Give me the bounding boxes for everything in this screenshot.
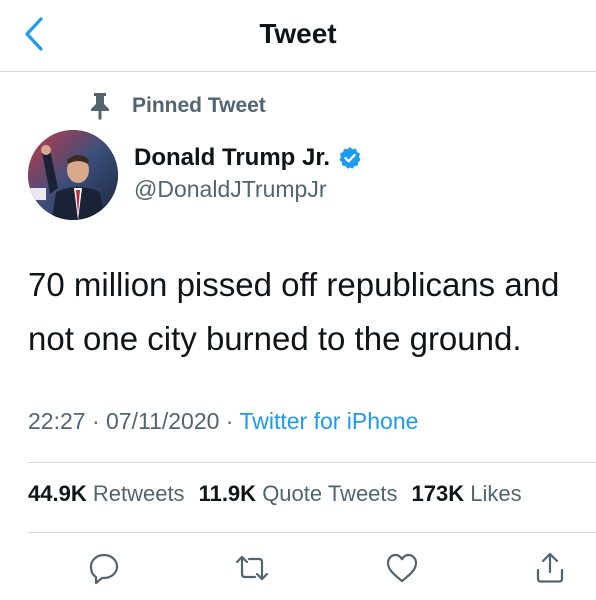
quote-tweets-label: Quote Tweets: [262, 481, 398, 506]
tweet-time: 22:27: [28, 408, 86, 434]
retweets-label: Retweets: [92, 481, 185, 506]
tweet-date: 07/11/2020: [106, 408, 220, 434]
meta-separator: ·: [85, 408, 107, 434]
tweet-text-line: not one city burned to the ground.: [28, 320, 522, 357]
retweets-count: 44.9K: [28, 481, 87, 506]
reply-icon: [89, 553, 119, 585]
heart-icon: [386, 553, 418, 583]
tweet-source-link[interactable]: Twitter for iPhone: [239, 408, 418, 434]
verified-badge-icon: [338, 146, 362, 170]
divider: [28, 462, 596, 463]
divider: [28, 532, 596, 533]
likes-label: Likes: [470, 481, 522, 506]
retweets-stat[interactable]: 44.9K Retweets: [28, 481, 185, 506]
pinned-indicator: Pinned Tweet: [88, 92, 266, 120]
author-name[interactable]: Donald Trump Jr.: [134, 144, 330, 172]
retweet-button[interactable]: [232, 548, 272, 588]
tweet-actions: [0, 548, 596, 592]
reply-button[interactable]: [84, 548, 124, 588]
avatar[interactable]: [28, 130, 118, 220]
tweet-header: Tweet: [0, 0, 596, 72]
meta-separator: ·: [219, 408, 240, 434]
tweet-text: 70 million pissed off republicans and no…: [28, 258, 596, 366]
author-info[interactable]: Donald Trump Jr. @DonaldJTrumpJr: [134, 144, 362, 203]
tweet-stats: 44.9K Retweets 11.9K Quote Tweets 173K Lik…: [28, 481, 596, 507]
author-handle[interactable]: @DonaldJTrumpJr: [134, 176, 362, 203]
tweet-meta: 22:27 · 07/11/2020 · Twitter for iPhone: [28, 408, 418, 435]
likes-count: 173K: [411, 481, 465, 506]
likes-stat[interactable]: 173K Likes: [412, 481, 522, 506]
share-button[interactable]: [530, 548, 570, 588]
pin-icon: [88, 92, 112, 120]
pinned-label: Pinned Tweet: [132, 94, 266, 117]
tweet-text-line: 70 million pissed off republicans and: [28, 266, 560, 303]
retweet-icon: [235, 555, 269, 581]
share-icon: [536, 552, 564, 583]
quote-tweets-stat[interactable]: 11.9K Quote Tweets: [199, 481, 398, 506]
like-button[interactable]: [382, 548, 422, 588]
page-title: Tweet: [259, 18, 337, 49]
quote-tweets-count: 11.9K: [198, 481, 257, 506]
